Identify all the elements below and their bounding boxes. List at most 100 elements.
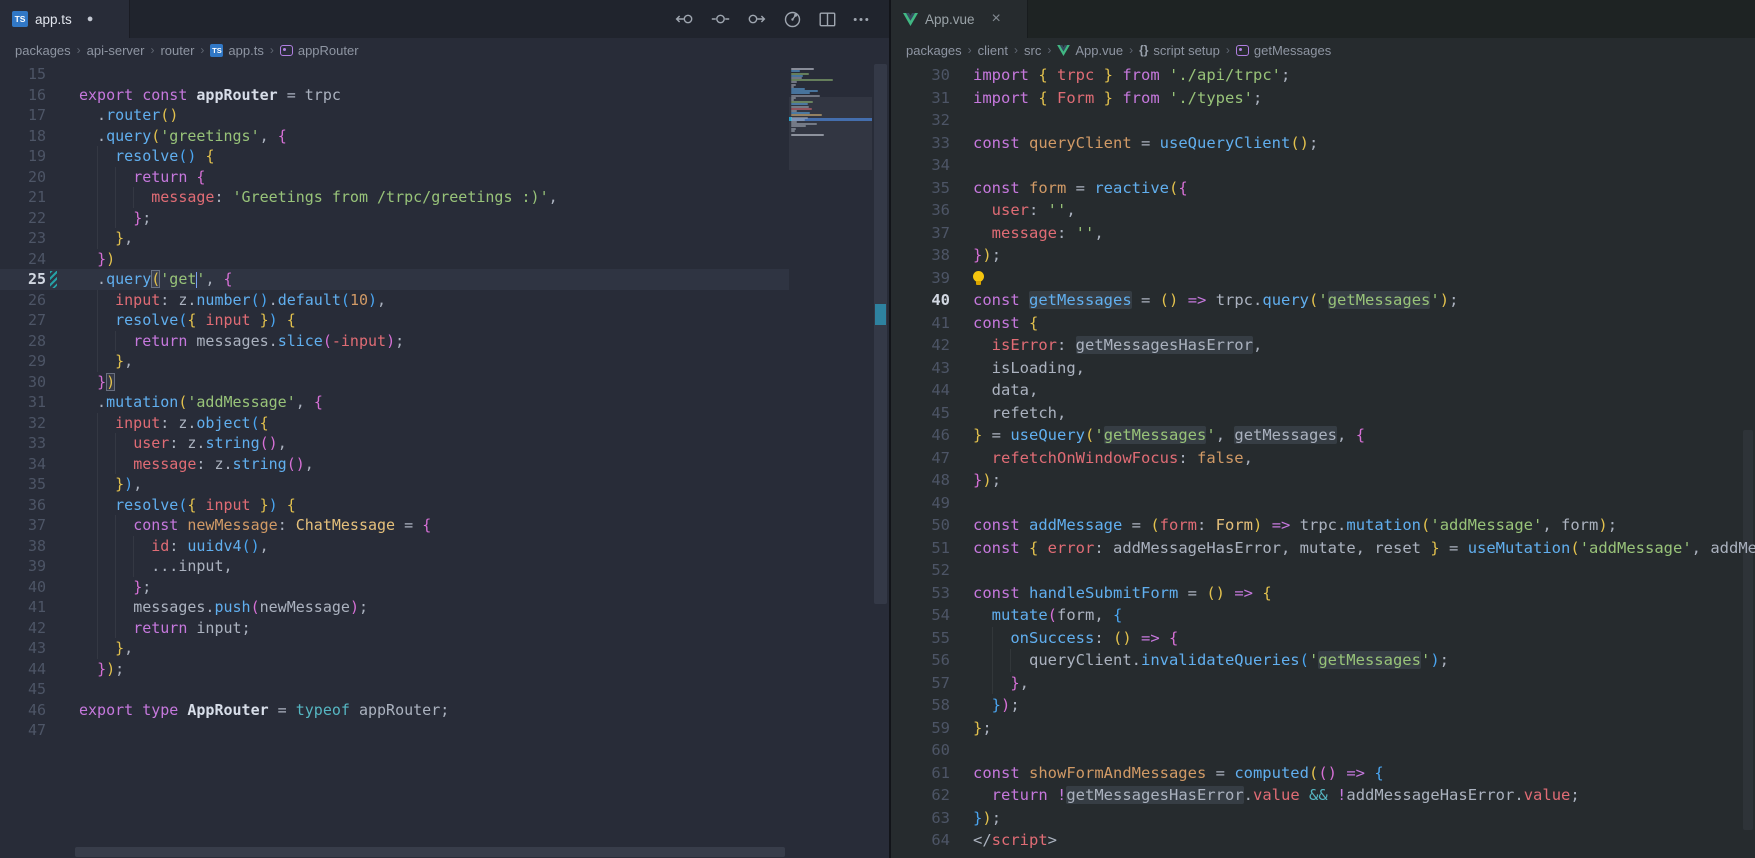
code-line[interactable]: 26 input: z.number().default(10), — [0, 290, 789, 311]
line-number[interactable]: 30 — [0, 372, 46, 393]
code-line[interactable]: 15 — [0, 64, 789, 85]
code-line[interactable]: 16export const appRouter = trpc — [0, 85, 789, 106]
code-line[interactable]: 41const { — [891, 312, 1755, 335]
breadcrumb-item[interactable]: getMessages — [1254, 43, 1331, 58]
code-line[interactable]: 44 data, — [891, 379, 1755, 402]
line-number[interactable]: 57 — [891, 672, 950, 695]
code-area[interactable]: 1516export const appRouter = trpc17 .rou… — [0, 62, 789, 858]
line-number[interactable]: 60 — [891, 739, 950, 762]
line-number[interactable]: 49 — [891, 492, 950, 515]
tab-app-vue[interactable]: App.vue × — [891, 0, 1028, 38]
code-line[interactable]: 37 message: '', — [891, 222, 1755, 245]
code-line[interactable]: 20 return { — [0, 167, 789, 188]
code-line[interactable]: 21 message: 'Greetings from /trpc/greeti… — [0, 187, 789, 208]
line-number[interactable]: 50 — [891, 514, 950, 537]
line-number[interactable]: 59 — [891, 717, 950, 740]
lightbulb-icon[interactable] — [973, 271, 984, 282]
code-line[interactable]: 40 }; — [0, 577, 789, 598]
line-number[interactable]: 52 — [891, 559, 950, 582]
line-number[interactable]: 32 — [0, 413, 46, 434]
line-number[interactable]: 40 — [0, 577, 46, 598]
line-number[interactable]: 62 — [891, 784, 950, 807]
line-number[interactable]: 38 — [891, 244, 950, 267]
code-line[interactable]: 42 return input; — [0, 618, 789, 639]
line-number[interactable]: 20 — [0, 167, 46, 188]
code-line[interactable]: 33const queryClient = useQueryClient(); — [891, 132, 1755, 155]
breadcrumb-item[interactable]: client — [978, 43, 1008, 58]
breadcrumb-item[interactable]: packages — [15, 43, 71, 58]
code-line[interactable]: 61const showFormAndMessages = computed((… — [891, 762, 1755, 785]
line-number[interactable]: 63 — [891, 807, 950, 830]
line-number[interactable]: 37 — [891, 222, 950, 245]
breadcrumb-item[interactable]: App.vue — [1075, 43, 1123, 58]
line-number[interactable]: 19 — [0, 146, 46, 167]
breadcrumb-item[interactable]: router — [160, 43, 194, 58]
code-line[interactable]: 54 mutate(form, { — [891, 604, 1755, 627]
line-number[interactable]: 39 — [891, 267, 950, 290]
open-previous-change-icon[interactable] — [675, 12, 694, 26]
line-number[interactable]: 21 — [0, 187, 46, 208]
code-line[interactable]: 58 }); — [891, 694, 1755, 717]
code-line[interactable]: 34 message: z.string(), — [0, 454, 789, 475]
open-next-change-icon[interactable] — [747, 12, 766, 26]
breadcrumb-item[interactable]: script setup — [1153, 43, 1219, 58]
tab-app-ts[interactable]: TS app.ts ● — [0, 0, 130, 38]
code-line[interactable]: 47 — [0, 720, 789, 741]
line-number[interactable]: 34 — [0, 454, 46, 475]
code-line[interactable]: 57 }, — [891, 672, 1755, 695]
code-line[interactable]: 64</script> — [891, 829, 1755, 852]
code-line[interactable]: 27 resolve({ input }) { — [0, 310, 789, 331]
code-line[interactable]: 38 id: uuidv4(), — [0, 536, 789, 557]
line-number[interactable]: 23 — [0, 228, 46, 249]
line-number[interactable]: 53 — [891, 582, 950, 605]
timeline-icon[interactable] — [783, 10, 802, 29]
line-number[interactable]: 25 — [0, 269, 46, 290]
open-change-icon[interactable] — [711, 12, 730, 26]
code-line[interactable]: 43 isLoading, — [891, 357, 1755, 380]
breadcrumb-item[interactable]: api-server — [87, 43, 145, 58]
line-number[interactable]: 46 — [0, 700, 46, 721]
line-number[interactable]: 26 — [0, 290, 46, 311]
line-number[interactable]: 32 — [891, 109, 950, 132]
breadcrumb-item[interactable]: app.ts — [228, 43, 263, 58]
line-number[interactable]: 38 — [0, 536, 46, 557]
code-line[interactable]: 45 — [0, 679, 789, 700]
code-line[interactable]: 48}); — [891, 469, 1755, 492]
line-number[interactable]: 44 — [891, 379, 950, 402]
code-line[interactable]: 36 resolve({ input }) { — [0, 495, 789, 516]
line-number[interactable]: 22 — [0, 208, 46, 229]
line-number[interactable]: 35 — [891, 177, 950, 200]
code-line[interactable]: 34 — [891, 154, 1755, 177]
line-number[interactable]: 58 — [891, 694, 950, 717]
code-line[interactable]: 41 messages.push(newMessage); — [0, 597, 789, 618]
code-line[interactable]: 59}; — [891, 717, 1755, 740]
line-number[interactable]: 30 — [891, 64, 950, 87]
line-number[interactable]: 36 — [0, 495, 46, 516]
more-actions-icon[interactable] — [853, 17, 869, 22]
code-line[interactable]: 22 }; — [0, 208, 789, 229]
line-number[interactable]: 46 — [891, 424, 950, 447]
line-number[interactable]: 43 — [891, 357, 950, 380]
code-line[interactable]: 35 }), — [0, 474, 789, 495]
code-line[interactable]: 60 — [891, 739, 1755, 762]
line-number[interactable]: 27 — [0, 310, 46, 331]
code-line[interactable]: 24 }) — [0, 249, 789, 270]
minimap[interactable] — [789, 62, 872, 858]
code-line[interactable]: 33 user: z.string(), — [0, 433, 789, 454]
line-number[interactable]: 34 — [891, 154, 950, 177]
line-number[interactable]: 36 — [891, 199, 950, 222]
line-number[interactable]: 56 — [891, 649, 950, 672]
code-line[interactable]: 55 onSuccess: () => { — [891, 627, 1755, 650]
line-number[interactable]: 55 — [891, 627, 950, 650]
code-line[interactable]: 62 return !getMessagesHasError.value && … — [891, 784, 1755, 807]
line-number[interactable]: 16 — [0, 85, 46, 106]
line-number[interactable]: 35 — [0, 474, 46, 495]
line-number[interactable]: 51 — [891, 537, 950, 560]
code-line[interactable]: 52 — [891, 559, 1755, 582]
line-number[interactable]: 43 — [0, 638, 46, 659]
breadcrumb-item[interactable]: packages — [906, 43, 962, 58]
code-line[interactable]: 25 .query('get', { — [0, 269, 789, 290]
code-line[interactable]: 45 refetch, — [891, 402, 1755, 425]
code-line[interactable]: 23 }, — [0, 228, 789, 249]
code-line[interactable]: 32 — [891, 109, 1755, 132]
